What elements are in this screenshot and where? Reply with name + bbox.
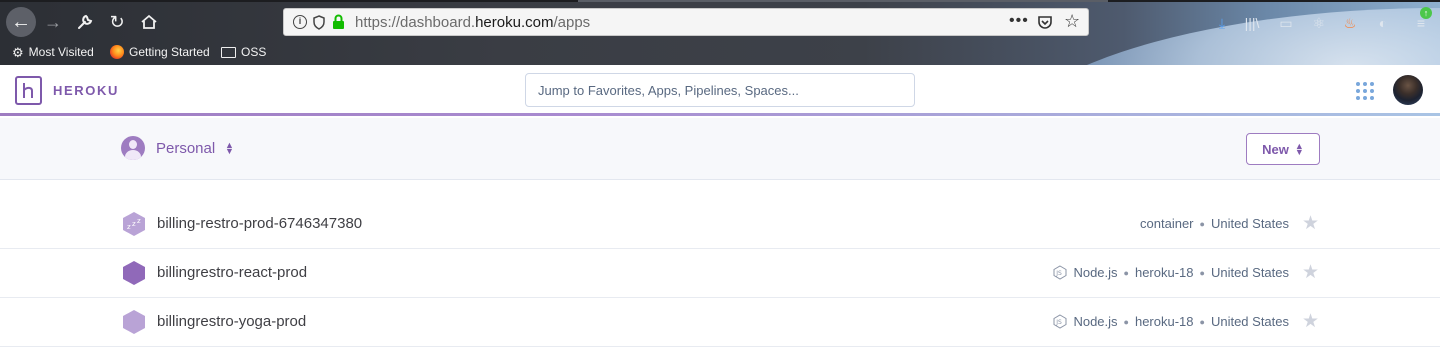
separator-dot: ● (1199, 218, 1205, 229)
back-button[interactable]: ← (6, 7, 36, 37)
tab-strip (0, 0, 1440, 2)
app-stack: container (1140, 216, 1194, 231)
svg-text:z: z (127, 223, 131, 231)
svg-text:z: z (137, 217, 141, 225)
svg-text:z: z (132, 220, 136, 228)
extension-fire-icon[interactable]: ♨ (1341, 14, 1359, 32)
app-region: United States (1210, 314, 1289, 329)
hex-icon (123, 261, 145, 285)
separator-dot: ● (1123, 316, 1129, 327)
firefox-icon (110, 45, 124, 59)
sleeping-hex-icon: z z z (123, 212, 145, 236)
update-badge-icon[interactable]: ↑ (1420, 7, 1432, 19)
bookmark-oss-folder[interactable]: OSS (221, 42, 266, 62)
favorite-star-icon[interactable]: ★ (1302, 261, 1319, 284)
address-bar[interactable]: i https://dashboard.heroku.com/apps ••• … (283, 8, 1089, 36)
bookmark-label: Getting Started (129, 45, 210, 59)
new-button-label: New (1262, 141, 1289, 157)
app-language: Node.js (1073, 314, 1118, 329)
chevron-updown-icon: ▲ ▼ (1294, 141, 1304, 157)
app-name[interactable]: billing-restro-prod-6746347380 (157, 215, 362, 232)
app-stack: heroku-18 (1134, 265, 1194, 280)
bookmark-label: Most Visited (28, 45, 94, 59)
app-header: HEROKU (0, 65, 1440, 116)
separator-dot: ● (1199, 267, 1205, 278)
app-name[interactable]: billingrestro-yoga-prod (157, 313, 306, 330)
wrench-icon[interactable] (72, 9, 98, 35)
app-name[interactable]: billingrestro-react-prod (157, 264, 307, 281)
new-button[interactable]: New ▲ ▼ (1246, 133, 1320, 165)
bookmark-star-icon[interactable]: ☆ (1064, 11, 1080, 32)
url-text[interactable]: https://dashboard.heroku.com/apps (355, 14, 590, 31)
app-meta: JS Node.js ● heroku-18 ● United States (1053, 265, 1289, 280)
avatar[interactable] (1393, 75, 1423, 105)
app-stack: heroku-18 (1134, 314, 1194, 329)
app-meta: JS Node.js ● heroku-18 ● United States (1053, 314, 1289, 329)
separator-dot: ● (1123, 267, 1129, 278)
shield-icon[interactable] (313, 15, 325, 30)
pocket-icon[interactable] (1037, 15, 1053, 30)
nodejs-icon: JS (1053, 265, 1067, 280)
browser-toolbar: ← → ↻ i https://dashboard.heroku.com/app… (0, 0, 1440, 65)
gear-icon: ⚙ (12, 44, 24, 60)
more-actions-icon[interactable]: ••• (1009, 12, 1029, 30)
info-icon[interactable]: i (293, 15, 307, 29)
forward-button[interactable]: → (40, 9, 66, 35)
bookmarks-bar: ⚙ Most Visited Getting Started OSS (0, 42, 400, 62)
library-icon[interactable]: |||\ (1243, 14, 1261, 32)
heroku-logo[interactable] (15, 76, 42, 105)
svg-text:JS: JS (1056, 319, 1063, 326)
list-item[interactable]: billingrestro-yoga-prod JS Node.js ● her… (0, 298, 1440, 347)
extension-icon[interactable]: ◐ (1374, 14, 1392, 32)
brand-name[interactable]: HEROKU (53, 83, 119, 98)
favorite-star-icon[interactable]: ★ (1302, 212, 1319, 235)
nodejs-icon: JS (1053, 314, 1067, 329)
download-icon[interactable]: ⤓ (1213, 14, 1231, 32)
folder-icon (221, 46, 236, 58)
app-region: United States (1210, 265, 1289, 280)
favorite-star-icon[interactable]: ★ (1302, 310, 1319, 333)
list-item[interactable]: z z z billing-restro-prod-6746347380 con… (0, 200, 1440, 249)
search-input[interactable] (525, 73, 915, 107)
account-bar: Personal ▲ ▼ New ▲ ▼ (0, 118, 1440, 180)
list-item[interactable]: billingrestro-react-prod JS Node.js ● he… (0, 249, 1440, 298)
account-switcher[interactable]: Personal (156, 140, 215, 157)
home-button[interactable] (136, 9, 162, 35)
app-meta: container ● United States (1140, 216, 1289, 231)
separator-dot: ● (1199, 316, 1205, 327)
reload-button[interactable]: ↻ (104, 9, 130, 35)
app-region: United States (1210, 216, 1289, 231)
apps-grid-icon[interactable] (1356, 82, 1374, 100)
bookmark-most-visited[interactable]: ⚙ Most Visited (12, 42, 94, 62)
hex-icon (123, 310, 145, 334)
sidebar-icon[interactable]: ▭ (1277, 14, 1295, 32)
app-language: Node.js (1073, 265, 1118, 280)
bookmark-getting-started[interactable]: Getting Started (110, 42, 210, 62)
user-avatar-icon[interactable] (121, 136, 145, 160)
chevron-updown-icon[interactable]: ▲ ▼ (225, 141, 234, 156)
svg-text:JS: JS (1056, 270, 1063, 277)
bookmark-label: OSS (241, 45, 267, 59)
react-devtools-icon[interactable]: ⚛ (1310, 14, 1328, 32)
lock-icon[interactable] (332, 14, 345, 30)
